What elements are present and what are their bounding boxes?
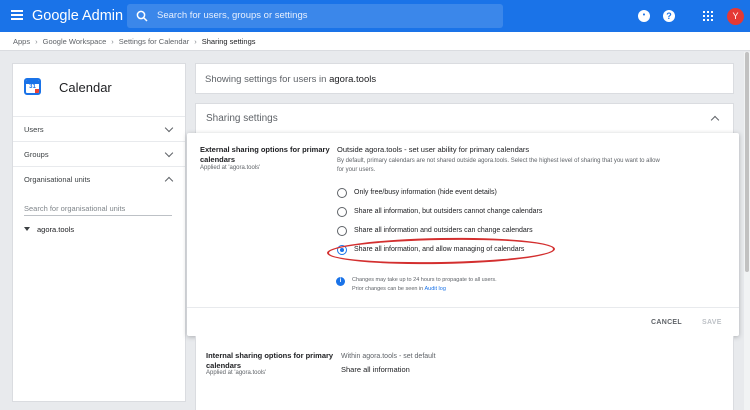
propagation-info: Changes may take up to 24 hours to propa… (352, 276, 497, 294)
radio-button[interactable] (337, 188, 347, 198)
radio-label[interactable]: Only free/busy information (hide event d… (354, 189, 497, 196)
chevron-right-icon: › (194, 37, 197, 46)
apps-grid-icon[interactable] (703, 11, 713, 21)
sidebar-item-label: Users (24, 125, 44, 134)
radio-button[interactable] (337, 226, 347, 236)
cancel-button[interactable]: CANCEL (651, 319, 682, 326)
sidebar-item-org-units[interactable]: Organisational units (13, 166, 185, 191)
top-app-bar: Google Admin Search for users, groups or… (0, 0, 750, 32)
breadcrumb-workspace[interactable]: Google Workspace (43, 37, 107, 46)
search-icon (136, 10, 148, 22)
info-line-1: Changes may take up to 24 hours to propa… (352, 277, 497, 283)
caret-down-icon[interactable] (24, 227, 30, 231)
internal-sharing-title: Internal sharing options for primary cal… (206, 351, 334, 370)
search-placeholder[interactable]: Search for users, groups or settings (157, 10, 308, 21)
page-scrollbar[interactable] (744, 52, 750, 410)
help-icon[interactable]: ? (663, 10, 675, 22)
info-line-2: Prior changes can be seen in (352, 286, 425, 292)
sidebar-item-label: Organisational units (24, 175, 91, 184)
info-icon: i (336, 277, 345, 286)
org-unit-root[interactable]: agora.tools (24, 225, 74, 234)
scope-domain: agora.tools (329, 74, 377, 85)
save-button[interactable]: SAVE (702, 319, 722, 326)
external-sharing-card: External sharing options for primary cal… (187, 133, 739, 336)
app-sidebar: 31 Calendar Users Groups Organisational … (12, 63, 186, 402)
menu-icon[interactable] (11, 10, 23, 20)
org-unit-label: agora.tools (37, 225, 75, 234)
search-bar[interactable]: Search for users, groups or settings (127, 4, 503, 28)
breadcrumb-bar: Apps › Google Workspace › Settings for Calen… (0, 32, 750, 51)
org-unit-search-input[interactable]: Search for organisational units (24, 202, 172, 216)
chevron-down-icon (164, 123, 174, 133)
radio-label[interactable]: Share all information and outsiders can … (354, 227, 533, 234)
chevron-down-icon (164, 148, 174, 158)
breadcrumb-calendar-settings[interactable]: Settings for Calendar (119, 37, 189, 46)
brand-title[interactable]: Google Admin (32, 8, 123, 24)
sidebar-item-label: Groups (24, 150, 49, 159)
option-heading: Outside agora.tools - set user ability f… (337, 145, 530, 154)
breadcrumb-current: Sharing settings (201, 37, 256, 46)
radio-label[interactable]: Share all information, but outsiders can… (354, 208, 542, 215)
audit-log-link[interactable]: Audit log (424, 286, 445, 292)
support-icon[interactable]: • (638, 10, 650, 22)
scrollbar-thumb[interactable] (745, 52, 749, 272)
scope-prefix: Showing settings for users in (205, 74, 330, 85)
avatar[interactable]: Y (727, 8, 744, 25)
applied-at-label: Applied at 'agora.tools' (206, 370, 267, 376)
chevron-right-icon: › (111, 37, 114, 46)
internal-sharing-row[interactable]: Internal sharing options for primary cal… (195, 336, 734, 410)
sidebar-item-users[interactable]: Users (13, 116, 185, 141)
breadcrumb-apps[interactable]: Apps (13, 37, 30, 46)
card-footer: CANCEL SAVE (187, 307, 739, 336)
sidebar-item-groups[interactable]: Groups (13, 141, 185, 166)
breadcrumb: Apps › Google Workspace › Settings for Calen… (13, 37, 256, 46)
highlight-annotation-oval (326, 236, 556, 266)
chevron-up-icon (164, 176, 174, 186)
org-unit-search-placeholder: Search for organisational units (24, 204, 126, 213)
app-title: Calendar (59, 80, 112, 95)
section-title: Sharing settings (206, 113, 278, 124)
option-description: By default, primary calendars are not sh… (337, 158, 660, 173)
radio-button[interactable] (337, 207, 347, 217)
settings-scope-banner: Showing settings for users in agora.tool… (195, 63, 734, 94)
external-sharing-title: External sharing options for primary cal… (200, 145, 330, 164)
chevron-up-icon[interactable] (710, 115, 720, 125)
calendar-app-icon: 31 (24, 78, 41, 95)
sharing-settings-header[interactable]: Sharing settings (195, 103, 734, 133)
applied-at-label: Applied at 'agora.tools' (200, 165, 261, 171)
chevron-right-icon: › (35, 37, 38, 46)
internal-option-heading: Within agora.tools - set default (341, 353, 436, 360)
internal-option-value: Share all information (341, 365, 410, 374)
